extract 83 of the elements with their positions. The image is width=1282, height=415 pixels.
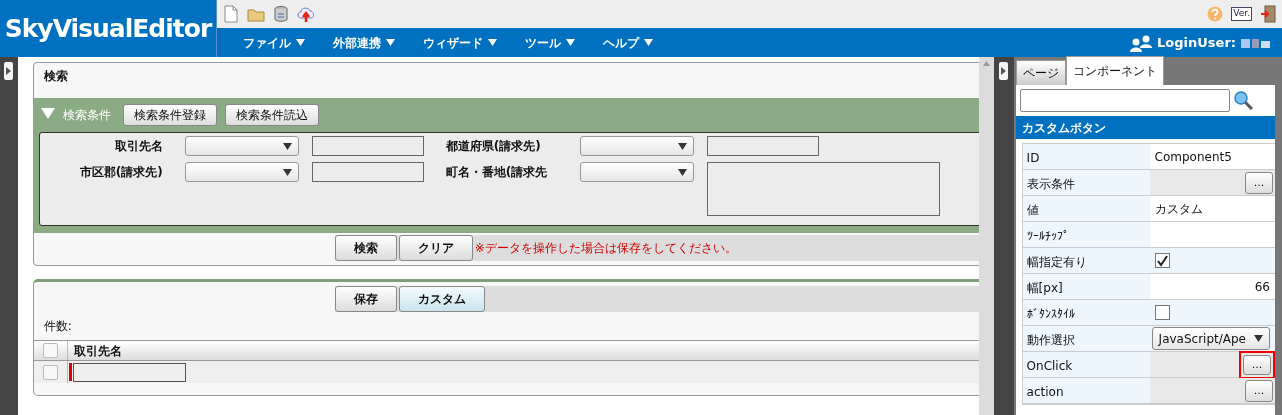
checkbox[interactable] (1154, 305, 1170, 320)
panel-toggle[interactable] (4, 62, 14, 80)
property-label: ID (1025, 150, 1041, 167)
folder-icon[interactable] (247, 6, 265, 22)
property-label: 幅指定有り (1025, 254, 1088, 271)
input-field[interactable] (311, 136, 424, 156)
panel-title: 検索 (42, 68, 69, 85)
caret-icon (1254, 335, 1263, 342)
property-label: 動作選択 (1025, 332, 1076, 349)
condition-button[interactable]: 検索条件登録 (122, 104, 217, 126)
text-area[interactable] (706, 162, 940, 216)
menu-item[interactable]: ツール (525, 33, 575, 52)
checkbox[interactable] (42, 364, 58, 380)
caret-icon (677, 168, 687, 176)
property-label: OnClick (1025, 358, 1074, 375)
input-field[interactable] (72, 362, 186, 382)
ellipsis-button[interactable]: ... (1245, 379, 1273, 402)
dropdown[interactable] (579, 136, 694, 156)
search-icon[interactable] (1232, 90, 1253, 110)
checkbox[interactable] (1154, 253, 1170, 268)
input-field[interactable] (706, 136, 819, 156)
login-label: LoginUser: (1157, 33, 1236, 52)
field-label: 取引先名 (113, 138, 164, 155)
users-icon (1130, 33, 1153, 52)
masked-name-icon (1241, 36, 1270, 49)
version-button[interactable]: Ver. (1231, 7, 1252, 21)
checkbox[interactable] (42, 343, 58, 358)
dropdown[interactable] (579, 162, 694, 182)
caret-icon (282, 142, 292, 150)
field-label: 町名・番地(請求先 (445, 164, 549, 181)
action-button[interactable]: 検索 (334, 235, 397, 261)
property-label: 値 (1025, 202, 1040, 219)
caret-icon (644, 39, 653, 46)
caret-icon (488, 39, 497, 46)
action-button[interactable]: カスタム (398, 286, 485, 312)
panel-tab[interactable]: ページ (1015, 60, 1066, 85)
field-label: 都道府県(請求先) (445, 138, 542, 155)
panel-toggle[interactable] (999, 62, 1009, 80)
cloud-upload-icon[interactable] (297, 5, 315, 23)
dropdown[interactable] (184, 162, 299, 182)
caret-icon (282, 168, 292, 176)
condition-button[interactable]: 検索条件読込 (224, 104, 319, 126)
caret-icon (677, 142, 687, 150)
property-value: 66 (1149, 274, 1275, 299)
field-label: 市区郡(請求先) (78, 164, 164, 181)
caret-icon (566, 39, 575, 46)
property-label: ﾎﾞﾀﾝｽﾀｲﾙ (1025, 306, 1076, 323)
triangle-icon (1001, 67, 1007, 75)
menu-item[interactable]: ウィザード (423, 33, 497, 52)
property-label: action (1025, 384, 1065, 401)
database-icon[interactable] (273, 5, 289, 23)
property-label: 幅[px] (1025, 280, 1064, 297)
menu-item[interactable]: 外部連携 (333, 33, 395, 52)
property-label: 表示条件 (1025, 176, 1076, 193)
caret-icon (386, 39, 395, 46)
search-field[interactable] (1019, 88, 1230, 112)
notice-text: ※データを操作した場合は保存をしてください。 (474, 240, 737, 257)
property-value: Component5 (1149, 144, 1275, 169)
action-button[interactable]: クリア (398, 235, 473, 261)
menu-item[interactable]: ファイル (243, 33, 305, 52)
action-button[interactable]: 保存 (334, 286, 397, 312)
section-label: 検索条件 (62, 107, 111, 124)
section-header: カスタムボタン (1015, 116, 1275, 139)
property-label: ﾂｰﾙﾁｯﾌﾟ (1025, 228, 1070, 245)
caret-icon (296, 39, 305, 46)
count-label: 件数: (42, 318, 73, 335)
dropdown[interactable] (184, 136, 299, 156)
input-field[interactable] (311, 162, 424, 182)
exit-door-icon[interactable] (1260, 5, 1276, 23)
new-document-icon[interactable] (223, 5, 239, 23)
property-value: カスタム (1149, 196, 1275, 221)
triangle-icon (6, 67, 12, 75)
column-header: 取引先名 (72, 342, 122, 360)
dropdown[interactable]: JavaScript/Ape (1151, 327, 1270, 350)
property-value-field[interactable] (1149, 222, 1275, 247)
app-logo: SkyVisualEditor (0, 0, 217, 57)
up-arrow-icon[interactable] (982, 61, 990, 66)
panel-tab[interactable]: コンポーネント (1065, 56, 1164, 85)
help-icon[interactable] (1207, 6, 1224, 22)
check-icon (1156, 254, 1169, 267)
ellipsis-button[interactable]: ... (1243, 354, 1271, 375)
ellipsis-button[interactable]: ... (1245, 171, 1273, 194)
menu-item[interactable]: ヘルプ (603, 33, 653, 52)
